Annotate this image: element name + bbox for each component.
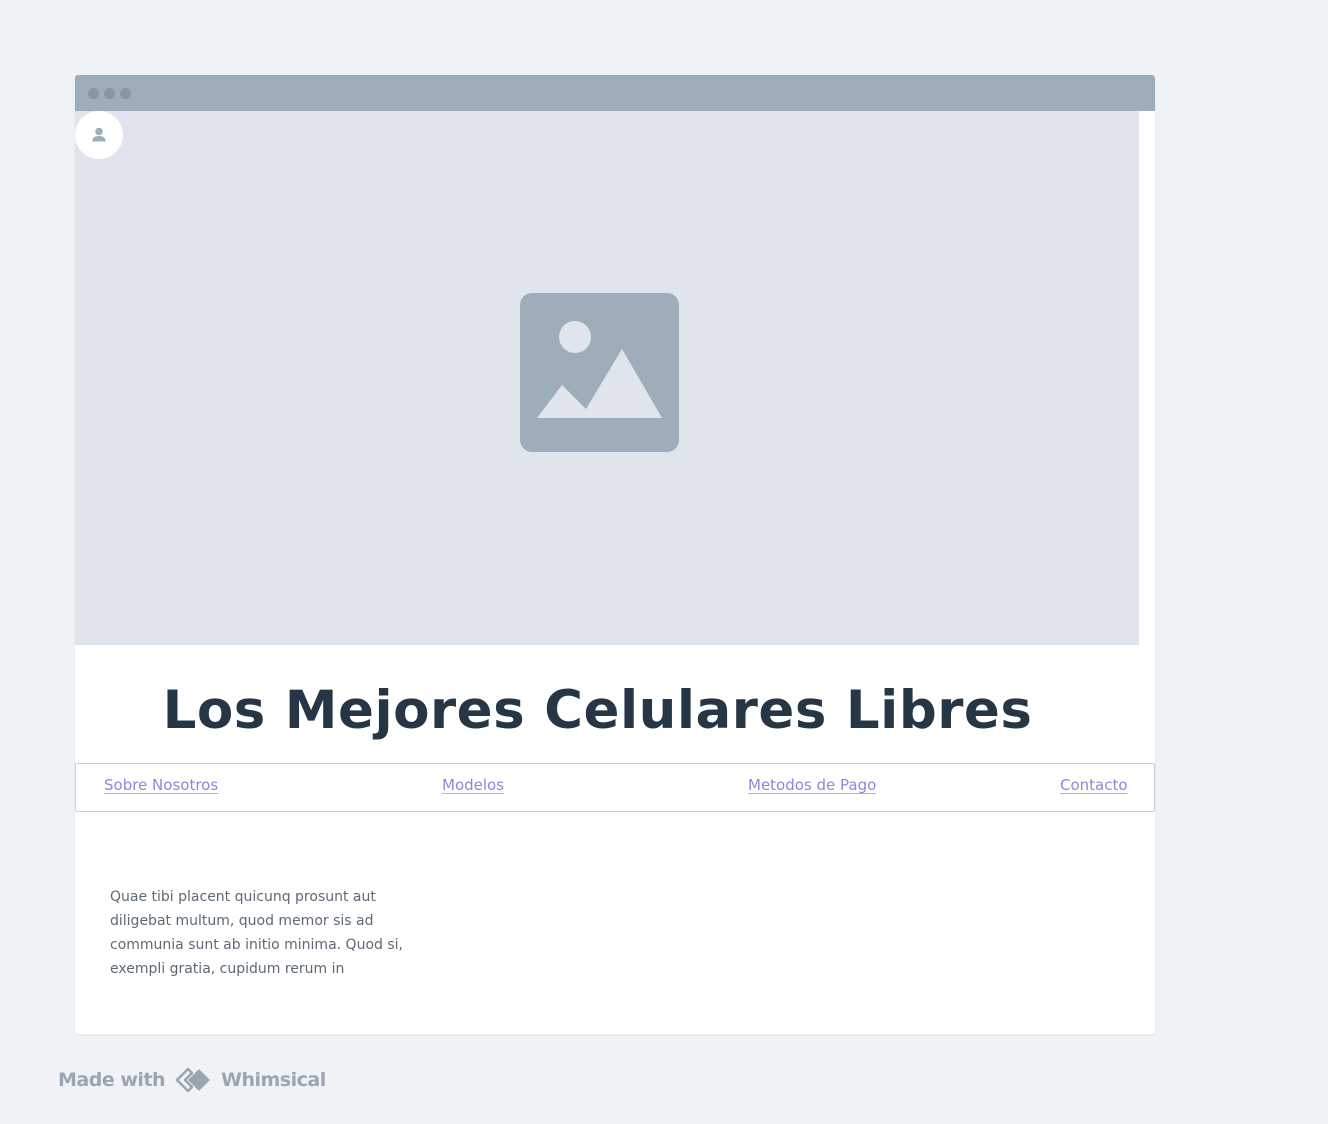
made-with-whimsical-badge[interactable]: Made with Whimsical <box>58 1064 326 1096</box>
window-dot-3 <box>120 88 131 99</box>
whimsical-logo-icon <box>175 1067 211 1093</box>
window-dot-2 <box>104 88 115 99</box>
nav-link-modelos[interactable]: Modelos <box>442 776 504 794</box>
nav-bar: Sobre Nosotros Modelos Metodos de Pago C… <box>75 763 1155 812</box>
page-title: Los Mejores Celulares Libres <box>162 680 1033 741</box>
whimsical-brand-label: Whimsical <box>221 1069 326 1091</box>
browser-window: Los Mejores Celulares Libres Sobre Nosot… <box>75 75 1155 1034</box>
avatar[interactable] <box>75 111 123 159</box>
nav-link-contacto[interactable]: Contacto <box>1060 776 1128 794</box>
nav-link-metodos-de-pago[interactable]: Metodos de Pago <box>748 776 876 794</box>
window-titlebar <box>75 75 1155 111</box>
window-dot-1 <box>88 88 99 99</box>
hero-image-placeholder <box>75 111 1139 645</box>
nav-link-sobre-nosotros[interactable]: Sobre Nosotros <box>104 776 218 794</box>
image-placeholder-icon <box>520 293 679 452</box>
made-with-label: Made with <box>58 1069 166 1091</box>
body-paragraph: Quae tibi placent quicunq prosunt aut di… <box>110 889 403 977</box>
user-icon <box>92 127 106 142</box>
